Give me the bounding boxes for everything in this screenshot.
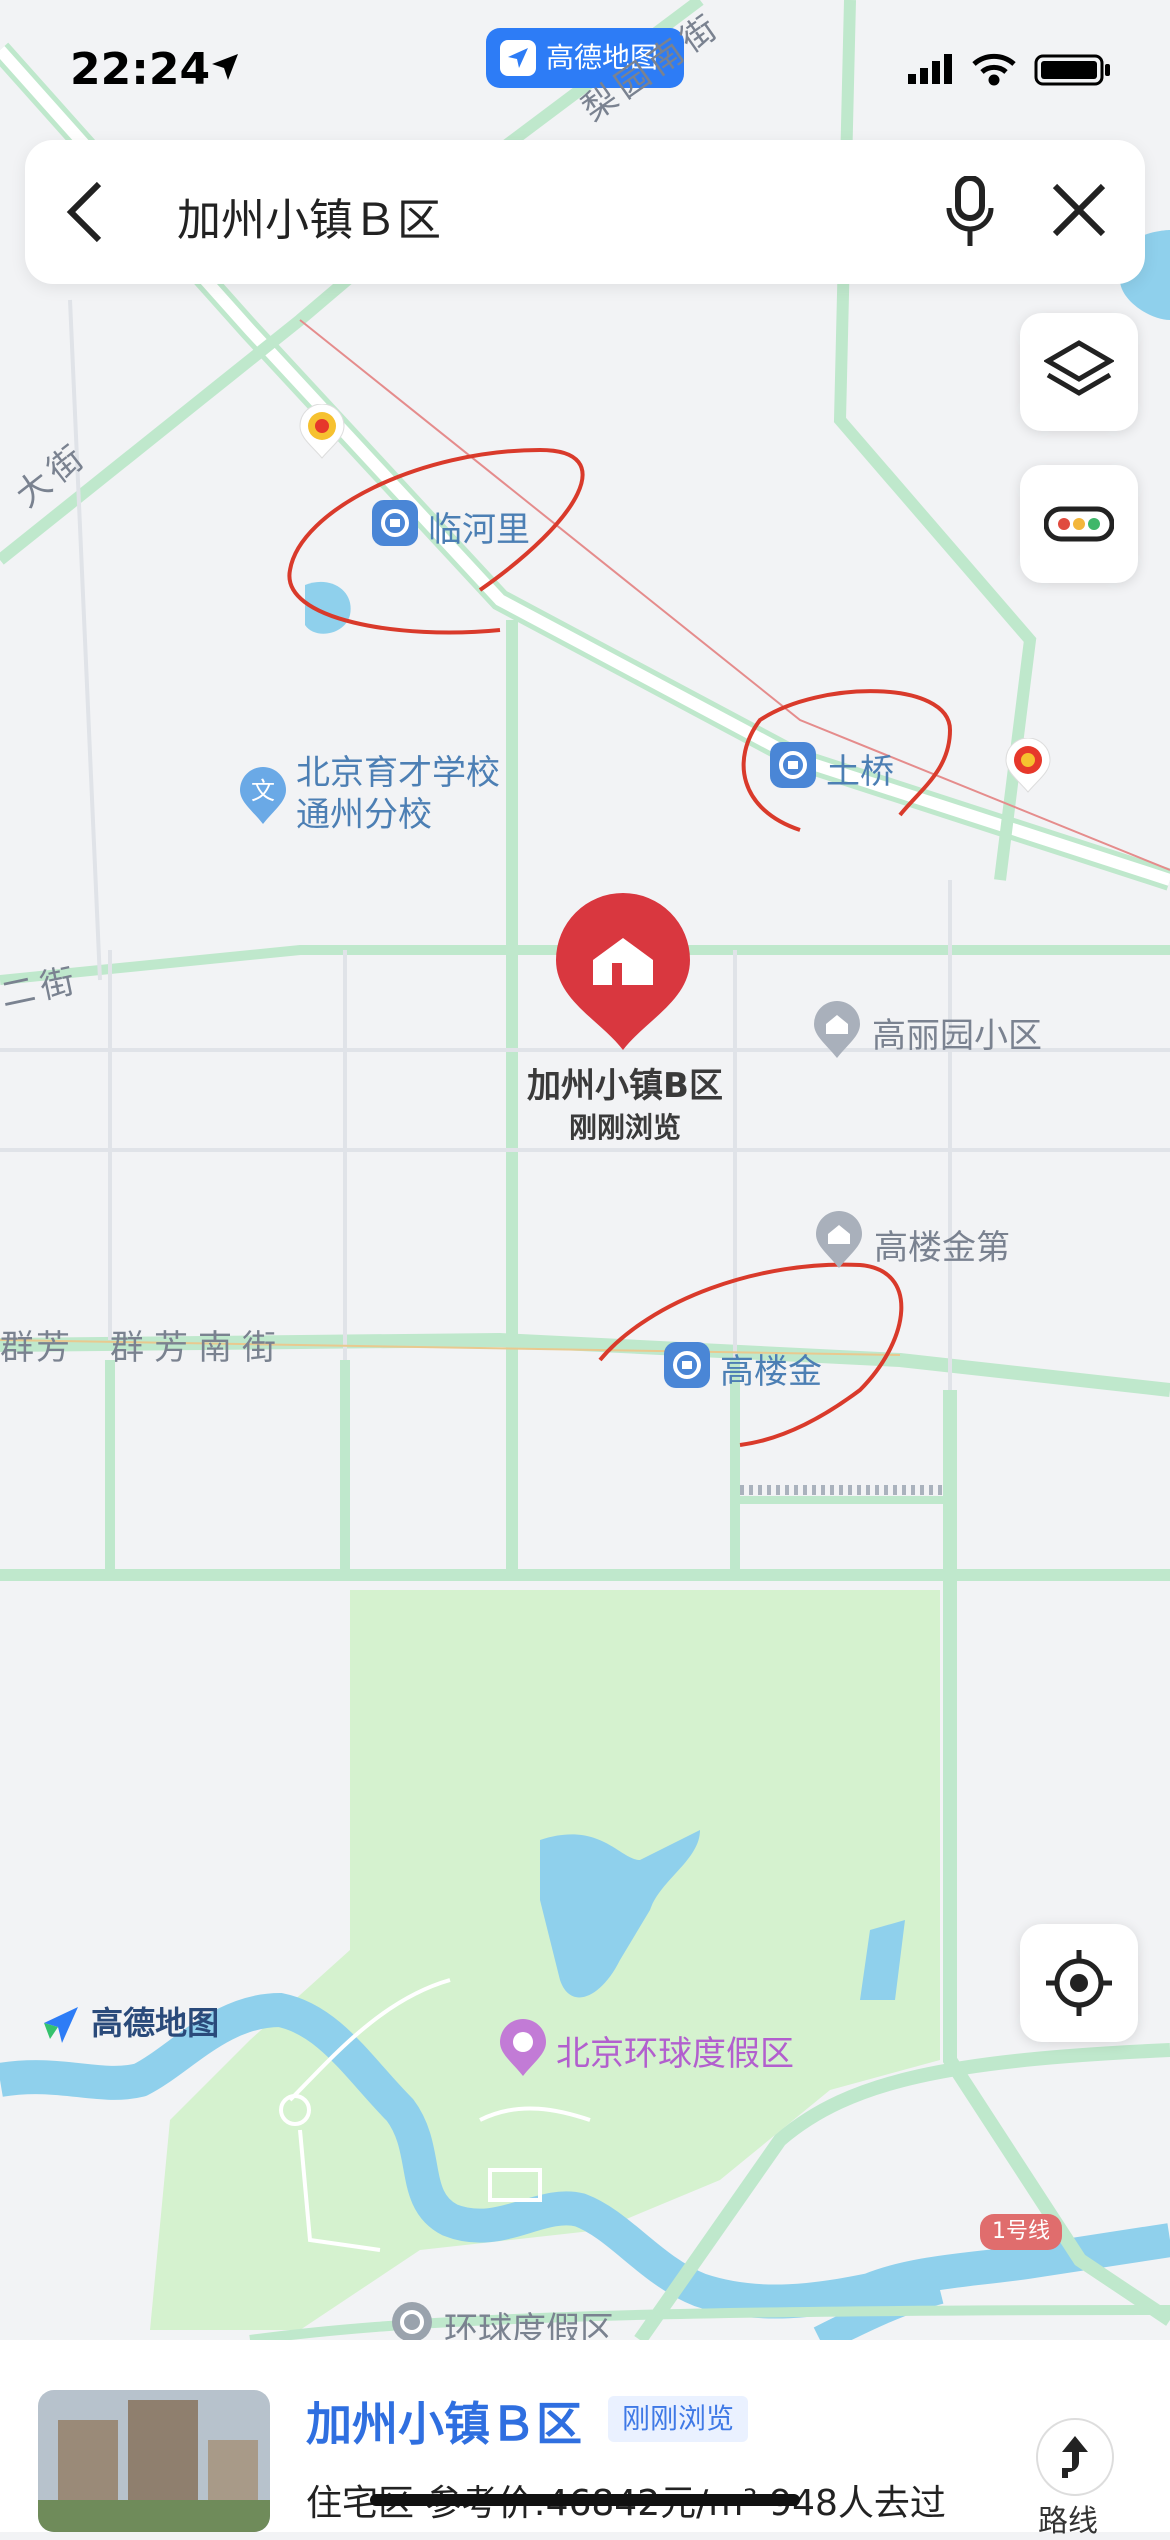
poi-label-universal[interactable]: 北京环球度假区 — [556, 2026, 794, 2075]
metro-station-icon[interactable] — [770, 742, 816, 788]
metro-line-badge: 1号线 — [980, 2214, 1062, 2250]
status-bar: 22:24 高德地图 — [0, 0, 1170, 140]
residential-icon[interactable] — [814, 1210, 864, 1270]
metro-station-icon[interactable] — [372, 500, 418, 546]
system-status-icons — [908, 53, 1110, 86]
route-button[interactable] — [1036, 2418, 1114, 2496]
amap-logo-icon — [44, 2007, 78, 2043]
svg-text:文: 文 — [251, 777, 275, 805]
layers-icon — [1044, 340, 1114, 396]
metro-station-icon[interactable] — [390, 2300, 434, 2344]
locate-icon — [1046, 1950, 1112, 2016]
amap-app-icon — [500, 40, 536, 76]
gas-station-icon[interactable] — [298, 404, 346, 460]
street-label-qunfang: 群芳南街 — [110, 1328, 286, 1368]
route-label[interactable]: 路线 — [1038, 2496, 1098, 2540]
traffic-light-icon — [1044, 506, 1114, 542]
poi-label-gaoloujindi[interactable]: 高楼金第 — [874, 1220, 1010, 1269]
location-arrow-icon — [212, 54, 238, 80]
street-label-qunfang-left: 群芳 — [0, 1328, 72, 1368]
amap-watermark-text: 高德地图 — [91, 2004, 220, 2042]
my-location-button[interactable] — [1020, 1924, 1138, 2042]
recently-viewed-tag: 刚刚浏览 — [608, 2396, 749, 2442]
place-name[interactable]: 加州小镇Ｂ区 — [306, 2388, 582, 2454]
station-label-linheli[interactable]: 临河里 — [428, 502, 530, 551]
school-icon[interactable]: 文 — [238, 766, 288, 826]
map-canvas[interactable] — [0, 0, 1170, 2340]
poi-label-gaoliyuan[interactable]: 高丽园小区 — [872, 1008, 1042, 1057]
gas-station-icon[interactable] — [1004, 738, 1052, 794]
route-arrow-icon — [1062, 2436, 1088, 2478]
metro-station-icon[interactable] — [664, 1342, 710, 1388]
microphone-icon[interactable] — [945, 176, 995, 248]
search-query[interactable]: 加州小镇Ｂ区 — [177, 184, 441, 248]
traffic-button[interactable] — [1020, 465, 1138, 583]
status-time: 22:24 — [70, 44, 211, 95]
back-icon[interactable] — [65, 180, 105, 244]
home-indicator — [370, 2494, 800, 2506]
close-icon[interactable] — [1049, 180, 1109, 240]
residential-icon[interactable] — [812, 1000, 862, 1060]
place-photo[interactable] — [38, 2390, 270, 2532]
marker-title[interactable]: 加州小镇B区 — [510, 1058, 740, 1107]
search-bar[interactable]: 加州小镇Ｂ区 — [25, 140, 1145, 284]
station-label-tuqiao[interactable]: 土桥 — [826, 744, 894, 793]
wifi-icon — [972, 53, 1016, 86]
station-label-gaoloujin[interactable]: 高楼金 — [720, 1344, 822, 1393]
battery-icon — [1034, 54, 1110, 86]
marker-subtitle: 刚刚浏览 — [568, 1111, 681, 1144]
poi-label-school[interactable]: 北京育才学校通州分校 — [296, 752, 506, 836]
signal-icon — [908, 54, 952, 84]
layers-button[interactable] — [1020, 313, 1138, 431]
attraction-icon[interactable] — [498, 2018, 548, 2078]
amap-watermark: 高德地图 — [40, 1998, 219, 2045]
